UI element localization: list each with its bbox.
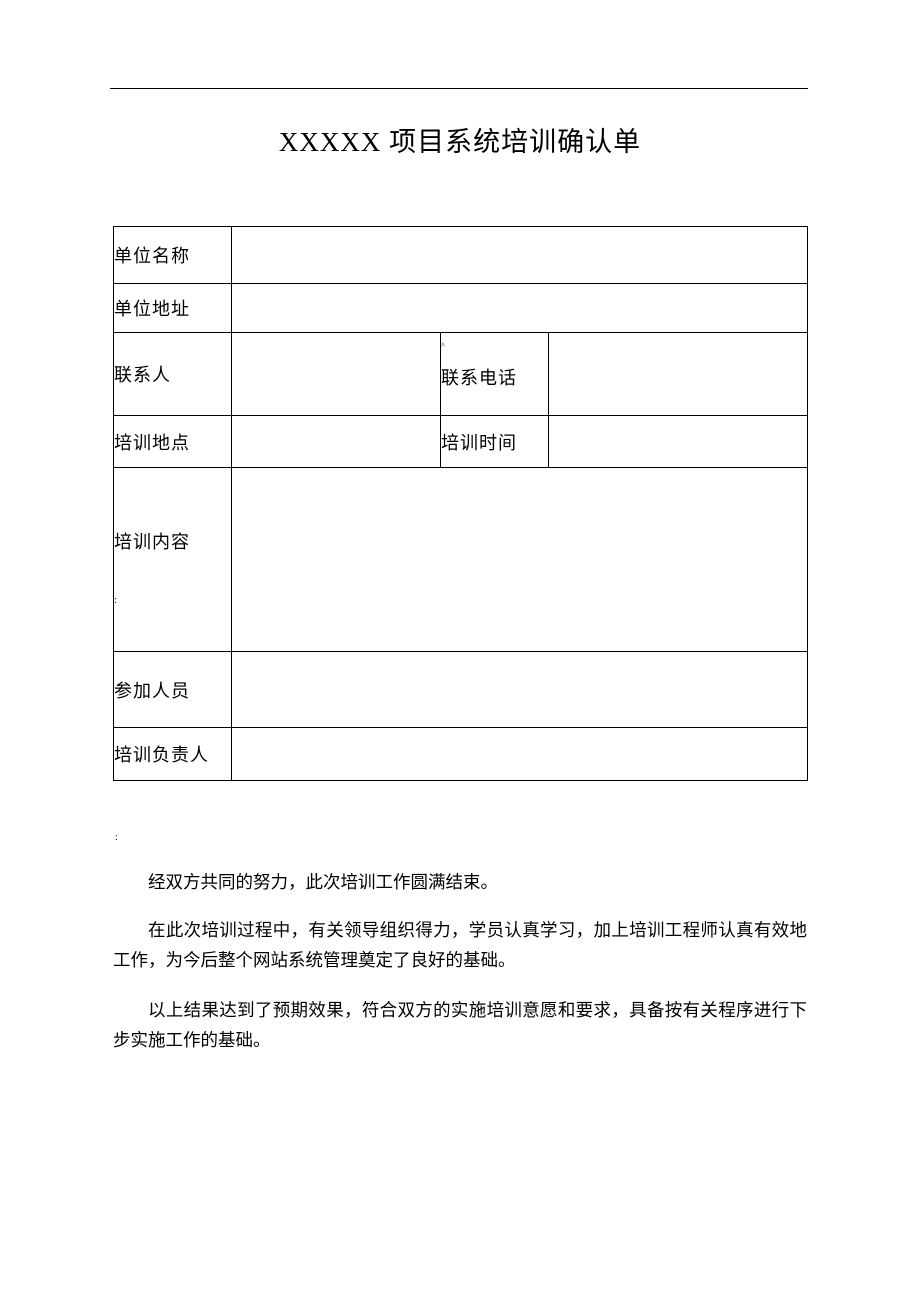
- value-training-place: [232, 416, 441, 468]
- label-unit-address: 单位地址: [114, 284, 232, 333]
- row-training-place-time: 培训地点 培训时间: [114, 416, 808, 468]
- value-contact-phone: [549, 333, 808, 416]
- label-contact-phone: ^ 联系电话: [441, 333, 549, 416]
- row-contact: 联系人 ^ 联系电话: [114, 333, 808, 416]
- paragraph-3: 以上结果达到了预期效果，符合双方的实施培训意愿和要求，具备按有关程序进行下步实施…: [113, 996, 807, 1056]
- label-training-time: 培训时间: [441, 416, 549, 468]
- label-unit-name: 单位名称: [114, 227, 232, 284]
- document-title: XXXXX 项目系统培训确认单: [0, 120, 920, 159]
- row-unit-address: 单位地址: [114, 284, 808, 333]
- paragraph-2-text: 在此次培训过程中，有关领导组织得力，学员认真学习，加上培训工程师认真有效地工作，…: [113, 916, 807, 976]
- value-unit-address: [232, 284, 808, 333]
- row-training-content: 培训内容 :: [114, 468, 808, 652]
- label-contact-phone-text: 联系电话: [441, 364, 548, 390]
- row-participants: 参加人员: [114, 652, 808, 728]
- label-training-content-colon: :: [114, 574, 231, 606]
- value-training-content: [232, 468, 808, 652]
- top-horizontal-rule: [110, 88, 808, 89]
- contact-sup-mark: ^: [441, 341, 548, 350]
- value-unit-name: [232, 227, 808, 284]
- value-participants: [232, 652, 808, 728]
- paragraph-2: 在此次培训过程中，有关领导组织得力，学员认真学习，加上培训工程师认真有效地工作，…: [113, 916, 807, 976]
- row-training-leader: 培训负责人: [114, 728, 808, 781]
- row-unit-name: 单位名称: [114, 227, 808, 284]
- label-training-content-text: 培训内容: [114, 468, 231, 574]
- value-training-time: [549, 416, 808, 468]
- label-training-leader: 培训负责人: [114, 728, 232, 781]
- paragraph-1-text: 经双方共同的努力，此次培训工作圆满结束。: [113, 868, 807, 898]
- label-contact-person: 联系人: [114, 333, 232, 416]
- label-participants: 参加人员: [114, 652, 232, 728]
- training-form-table: 单位名称 单位地址 联系人 ^ 联系电话 培训地点 培训时间 培训内容 :: [113, 226, 808, 781]
- label-training-place: 培训地点: [114, 416, 232, 468]
- post-table-colon-mark: :: [115, 832, 118, 843]
- value-training-leader: [232, 728, 808, 781]
- value-contact-person: [232, 333, 441, 416]
- paragraph-3-text: 以上结果达到了预期效果，符合双方的实施培训意愿和要求，具备按有关程序进行下步实施…: [113, 996, 807, 1056]
- label-training-content: 培训内容 :: [114, 468, 232, 652]
- paragraph-1: 经双方共同的努力，此次培训工作圆满结束。: [113, 868, 807, 898]
